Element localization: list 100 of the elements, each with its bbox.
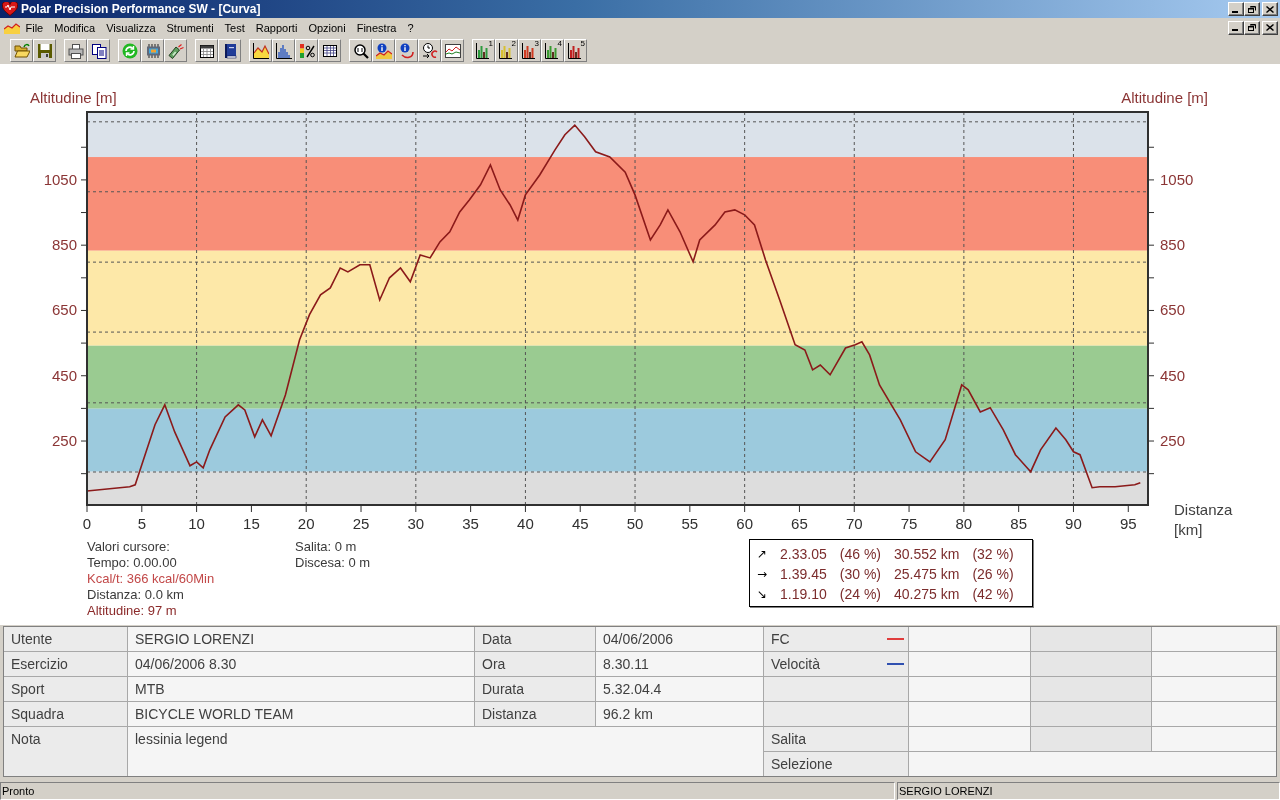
- tick-label: 1050: [1160, 170, 1194, 188]
- toolbar-button[interactable]: [164, 39, 187, 62]
- toolbar-button[interactable]: [318, 39, 341, 62]
- table-icon: [321, 42, 338, 59]
- tick-label: 15: [243, 515, 260, 532]
- toolbar-button[interactable]: [64, 39, 87, 62]
- tick-label: 80: [955, 515, 973, 532]
- toolbar-button[interactable]: [395, 39, 418, 62]
- toolbar-button[interactable]: 5: [564, 39, 587, 62]
- field-label: Nota: [4, 727, 127, 776]
- tick-label: 50: [626, 515, 644, 532]
- restore-icon: [1248, 24, 1256, 31]
- info-chart-icon: [375, 42, 392, 59]
- histogram-icon: [275, 42, 292, 59]
- cursor-title: Valori cursore:: [87, 539, 171, 555]
- toolbar-button[interactable]: [295, 39, 318, 62]
- field-value: MTB: [128, 677, 474, 701]
- tick-label: 30: [407, 515, 425, 532]
- line-chart-icon: [444, 42, 461, 59]
- distance-value: 30.552 km: [894, 545, 960, 564]
- zoom-icon: [352, 42, 369, 59]
- restore-button[interactable]: [1244, 20, 1260, 35]
- toolbar-button[interactable]: 3: [518, 39, 541, 62]
- field-label: Sport: [4, 677, 127, 701]
- menu-item[interactable]: Rapporti: [250, 21, 303, 34]
- axis-title: Altitudine [m]: [30, 89, 117, 106]
- toolbar-button[interactable]: [87, 39, 110, 62]
- time-share: (30 %): [839, 565, 881, 584]
- menu-item[interactable]: Finestra: [351, 21, 402, 34]
- close-icon: [1266, 5, 1274, 13]
- minimize-button[interactable]: [1228, 2, 1244, 16]
- status-text: SERGIO LORENZI: [897, 782, 1280, 800]
- toolbar-button[interactable]: [33, 39, 56, 62]
- menu-item[interactable]: Visualizza: [100, 21, 162, 34]
- time-value: 1.19.10: [780, 585, 827, 604]
- cursor-value: Kcal/t: 366 kcal/60Min: [87, 571, 216, 587]
- toolbar-button[interactable]: [372, 39, 395, 62]
- climb-value: Discesa: 0 m: [295, 555, 372, 571]
- calendar-icon: [198, 42, 215, 59]
- field-value: 04/06/2006 8.30: [128, 652, 474, 676]
- menu-item[interactable]: Strumenti: [161, 21, 220, 34]
- copy-icon: [90, 42, 107, 59]
- restore-button[interactable]: [1244, 2, 1260, 16]
- tick-label: 250: [51, 432, 77, 449]
- field-label: Distanza: [475, 702, 595, 726]
- percent-chart-icon: [298, 42, 315, 59]
- tick-label: 850: [51, 236, 77, 254]
- tick-label: 650: [1160, 301, 1186, 319]
- menu-item[interactable]: File: [20, 21, 49, 34]
- menu-item[interactable]: Opzioni: [302, 21, 352, 34]
- tick-label: 45: [571, 515, 589, 532]
- handheld-device-icon: [167, 42, 184, 59]
- field-value: BICYCLE WORLD TEAM: [128, 702, 474, 726]
- field-label: Utente: [4, 627, 127, 651]
- tick-label: 25: [352, 515, 370, 532]
- toolbar-button[interactable]: [441, 39, 464, 62]
- time-value: 2.33.05: [780, 545, 827, 564]
- toolbar-button[interactable]: 1: [472, 39, 495, 62]
- field-label: Data: [475, 627, 595, 651]
- menu-item[interactable]: ?: [401, 21, 420, 34]
- area-chart-icon: [4, 21, 20, 34]
- field-value: 96.2 km: [596, 702, 763, 726]
- distance-share: (32 %): [972, 545, 1014, 564]
- axis-title: Distanza [km]: [1174, 500, 1234, 540]
- close-icon: [1266, 24, 1274, 31]
- menu-item[interactable]: Test: [219, 21, 251, 34]
- menu-item[interactable]: Modifica: [48, 21, 101, 34]
- legend-label: FC: [771, 630, 790, 649]
- tick-label: 55: [681, 515, 699, 532]
- toolbar-button[interactable]: 2: [495, 39, 518, 62]
- close-button[interactable]: [1262, 2, 1278, 16]
- toolbar-button[interactable]: [418, 39, 441, 62]
- tick-label: 450: [1160, 366, 1186, 384]
- toolbar-button[interactable]: [195, 39, 218, 62]
- tick-label: 95: [1119, 515, 1137, 532]
- tick-label: 1050: [43, 170, 77, 188]
- tick-label: 75: [900, 515, 918, 532]
- field-value: 8.30.11: [596, 652, 763, 676]
- toolbar-button[interactable]: 4: [541, 39, 564, 62]
- minimize-button[interactable]: [1228, 20, 1244, 35]
- climb-value: Salita: 0 m: [295, 539, 358, 555]
- toolbar-button[interactable]: [218, 39, 241, 62]
- status-text: Pronto: [0, 782, 895, 800]
- distance-share: (26 %): [972, 565, 1014, 584]
- close-button[interactable]: [1262, 20, 1278, 35]
- tick-label: 20: [297, 515, 315, 532]
- tick-label: 450: [51, 366, 77, 384]
- toolbar-button[interactable]: [249, 39, 272, 62]
- tick-label: 60: [736, 515, 753, 532]
- tick-label: 650: [51, 301, 77, 319]
- restore-icon: [1248, 5, 1256, 13]
- field-label: Esercizio: [4, 652, 127, 676]
- tick-label: 35: [462, 515, 479, 532]
- time-share: (46 %): [839, 545, 881, 564]
- tick-label: 70: [845, 515, 863, 532]
- toolbar-button[interactable]: [272, 39, 295, 62]
- tick-label: 5: [137, 515, 146, 532]
- toolbar-button[interactable]: [349, 39, 372, 62]
- arrow-icon: ↘: [757, 584, 768, 604]
- printer-icon: [67, 42, 84, 59]
